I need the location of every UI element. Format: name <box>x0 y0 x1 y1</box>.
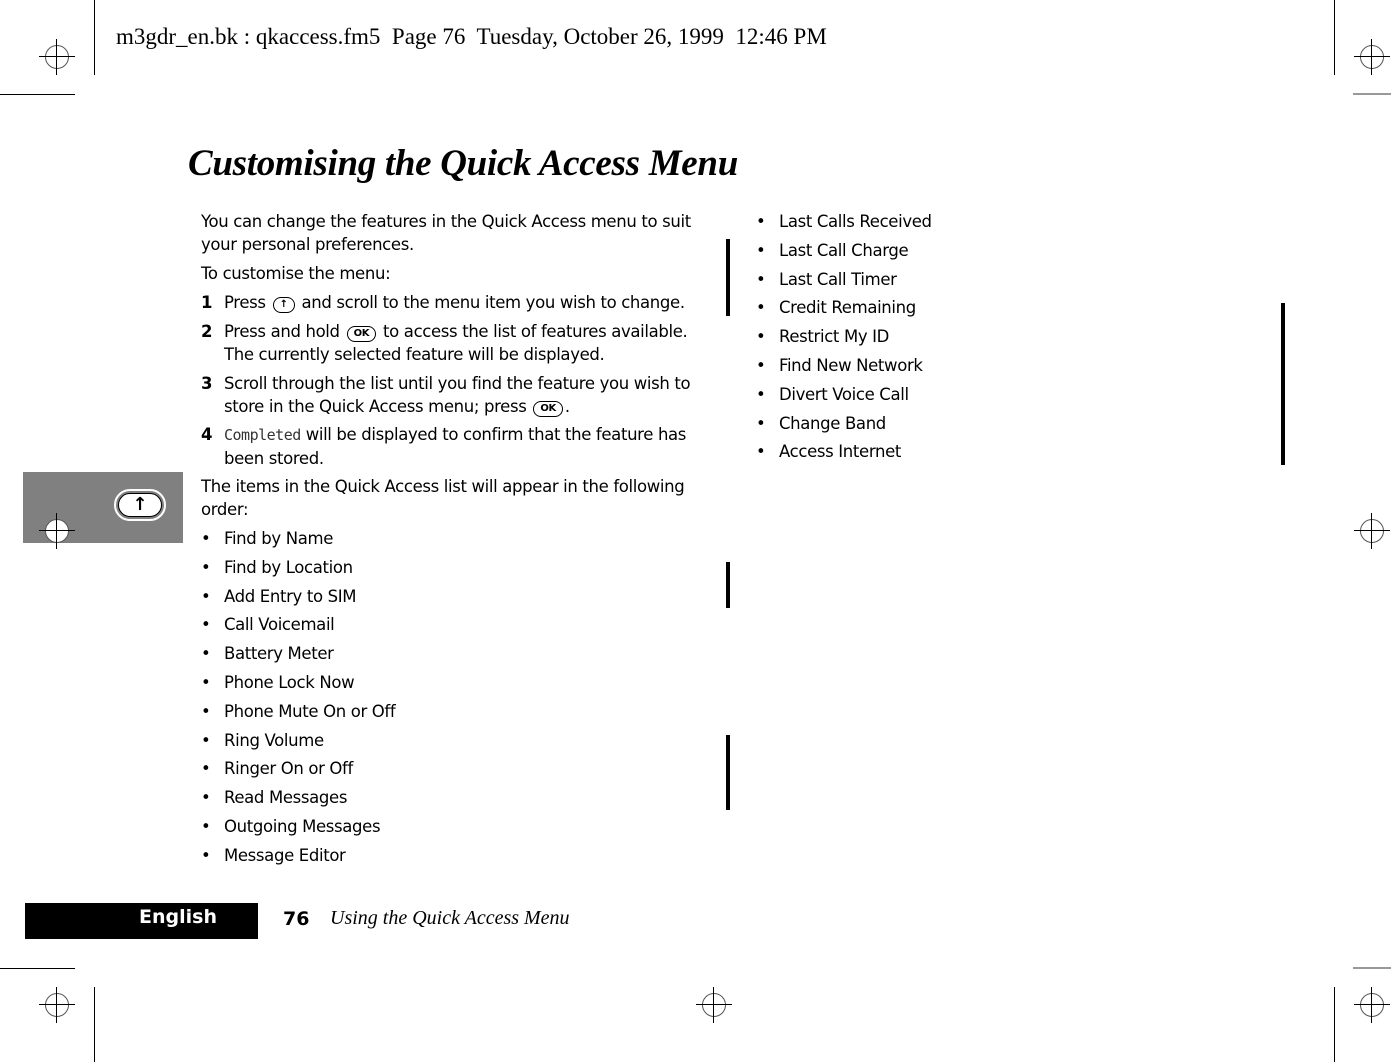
crop-mark <box>1353 967 1391 969</box>
step-1: 1 Press ↑ and scroll to the menu item yo… <box>201 291 721 314</box>
step-3: 3 Scroll through the list until you find… <box>201 372 721 418</box>
change-bar <box>726 239 730 316</box>
list-item: • Last Call Charge <box>756 240 909 260</box>
list-item: • Restrict My ID <box>756 327 890 347</box>
registration-mark-icon <box>1354 987 1390 1023</box>
step-text: . <box>564 397 570 416</box>
intro-paragraph: You can change the features in the Quick… <box>201 212 691 254</box>
list-item: • Outgoing Messages <box>201 816 381 836</box>
change-bar <box>726 735 730 810</box>
step-4: 4 Completed will be displayed to confirm… <box>201 423 721 470</box>
list-item: • Ring Volume <box>201 730 324 750</box>
list-item: • Change Band <box>756 413 886 433</box>
crop-mark <box>1334 0 1335 75</box>
language-label: English <box>139 906 217 928</box>
list-item: • Phone Lock Now <box>201 672 355 692</box>
list-item: • Battery Meter <box>201 644 334 664</box>
registration-mark-icon <box>1354 39 1390 75</box>
page-title: Customising the Quick Access Menu <box>188 143 738 184</box>
step-text: Press <box>224 293 266 312</box>
crop-mark <box>1353 93 1391 95</box>
crop-mark <box>0 94 75 95</box>
list-item: • Last Calls Received <box>756 212 932 231</box>
registration-mark-icon <box>696 987 732 1023</box>
scroll-up-key-icon: ↑ <box>272 297 295 313</box>
list-item: • Find by Name <box>201 529 334 548</box>
print-slug: m3gdr_en.bk : qkaccess.fm5 Page 76 Tuesd… <box>116 24 827 49</box>
lead-paragraph: To customise the menu: <box>201 264 391 283</box>
step-number: 4 <box>201 425 213 444</box>
ok-key-icon: OK <box>346 326 377 342</box>
language-tab: English <box>25 903 258 939</box>
step-text: Press and hold <box>224 322 340 341</box>
registration-mark-icon <box>39 513 75 549</box>
scroll-up-key-icon: ↑ <box>114 489 166 521</box>
quick-access-list-left: • Find by Name • Find by Location • Add Ent… <box>201 527 701 873</box>
registration-mark-icon <box>1354 513 1390 549</box>
running-footer-title: Using the Quick Access Menu <box>330 907 570 929</box>
crop-mark <box>1334 987 1335 1062</box>
registration-mark-icon <box>39 39 75 75</box>
change-bar <box>726 562 730 608</box>
crop-mark <box>94 987 95 1062</box>
list-item: • Last Call Timer <box>756 269 897 289</box>
step-text: and scroll to the menu item you wish to … <box>301 293 686 312</box>
list-item: • Find New Network <box>756 355 923 375</box>
list-item: • Call Voicemail <box>201 615 335 635</box>
list-item: • Ringer On or Off <box>201 759 353 779</box>
list-item: • Message Editor <box>201 845 346 865</box>
step-number: 1 <box>201 293 213 312</box>
list-item: • Phone Mute On or Off <box>201 701 396 721</box>
quick-access-list-right: • Last Calls Received • Last Call Charge •… <box>756 210 1156 469</box>
list-item: • Add Entry to SIM <box>201 586 357 606</box>
list-item: • Read Messages <box>201 788 348 808</box>
crop-mark <box>0 968 75 969</box>
registration-mark-icon <box>39 987 75 1023</box>
change-bar <box>1281 303 1285 465</box>
step-2: 2 Press and hold OK to access the list o… <box>201 320 721 366</box>
ok-key-icon: OK <box>533 401 563 417</box>
list-item: • Credit Remaining <box>756 298 916 318</box>
crop-mark <box>94 0 95 75</box>
step-text: Scroll through the list until you find t… <box>224 374 691 416</box>
lcd-display-text: Completed <box>224 426 301 444</box>
list-item: • Access Internet <box>756 442 901 462</box>
list-item: • Divert Voice Call <box>756 384 909 404</box>
step-number: 3 <box>201 374 213 393</box>
step-number: 2 <box>201 322 213 341</box>
page-number: 76 <box>283 908 310 930</box>
order-intro-paragraph: The items in the Quick Access list will … <box>201 477 685 519</box>
list-item: • Find by Location <box>201 557 353 577</box>
